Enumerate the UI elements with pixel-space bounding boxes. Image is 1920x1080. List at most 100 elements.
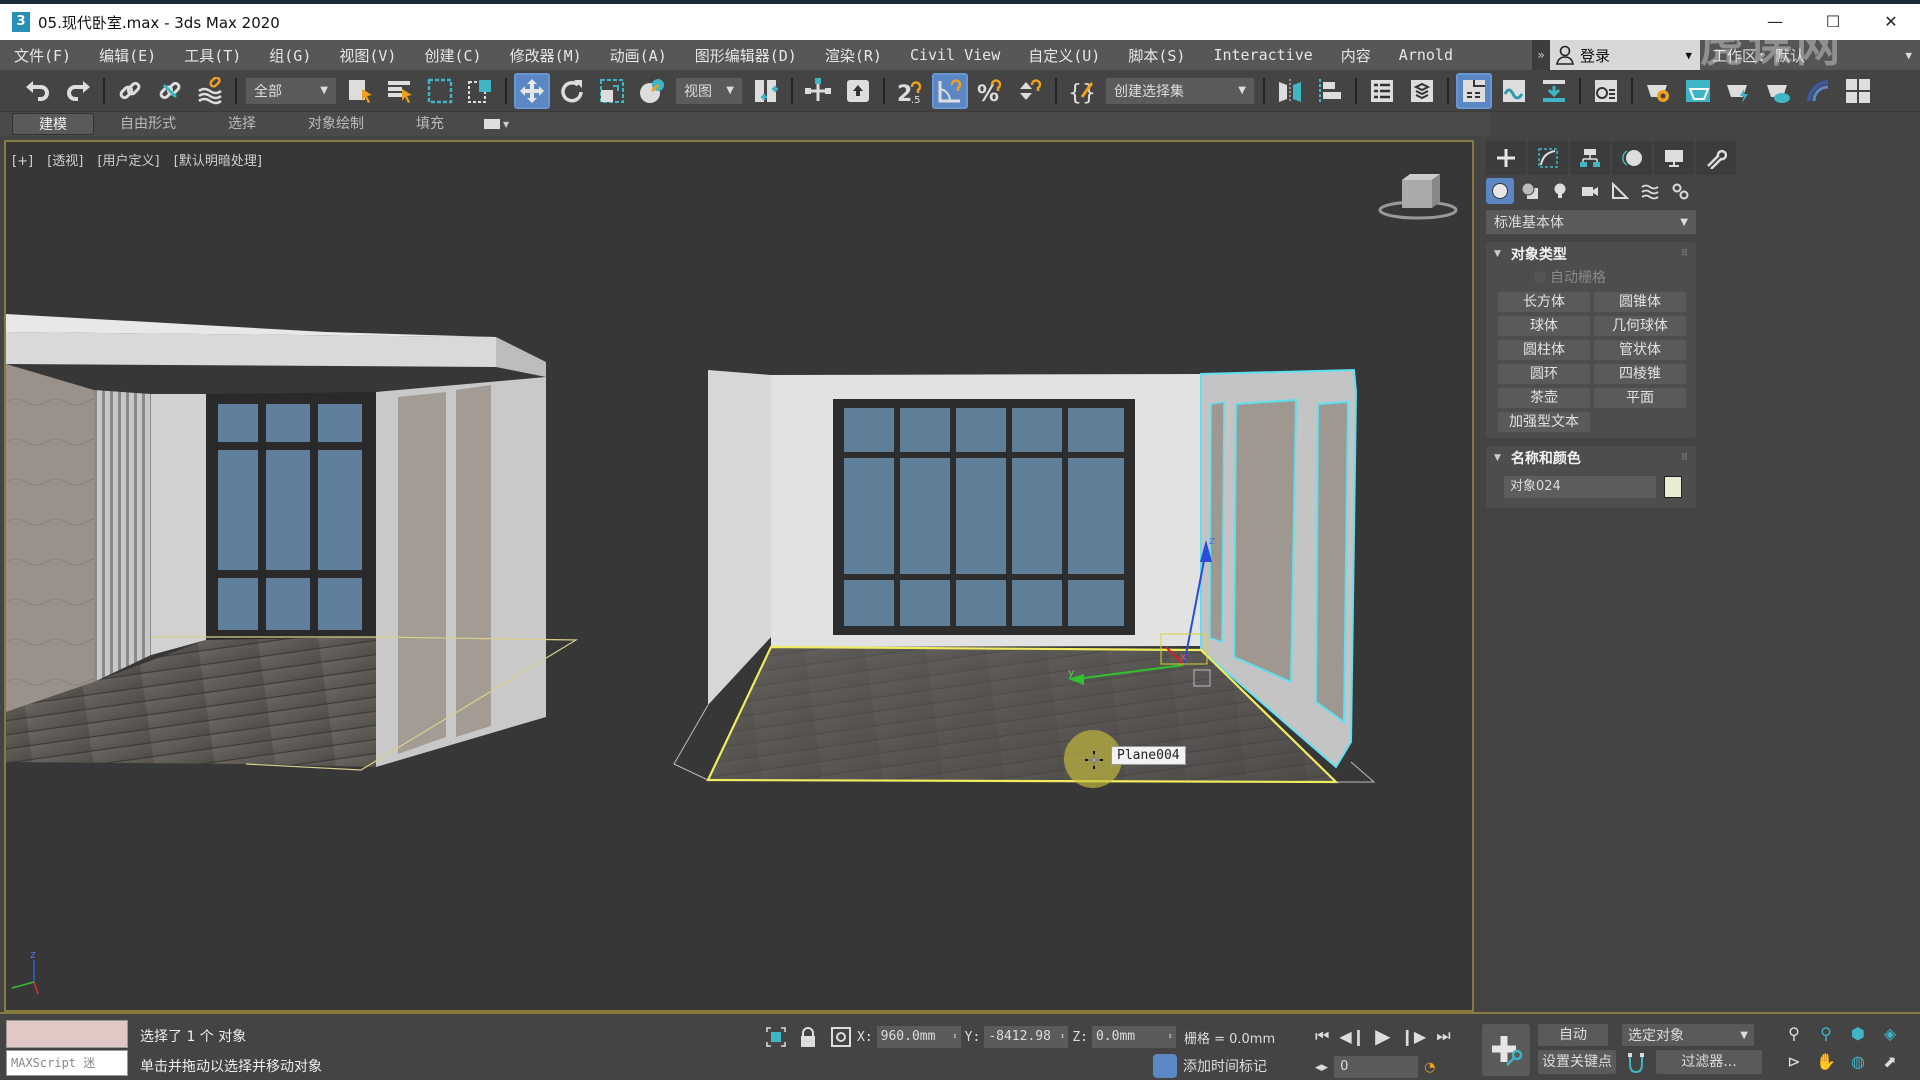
render-setup-button[interactable] [1640,73,1676,109]
menu-civil-view[interactable]: Civil View [896,46,1014,64]
cylinder-button[interactable]: 圆柱体 [1498,340,1590,360]
pivot-center-button[interactable] [748,73,784,109]
scene-explorer-button[interactable] [1364,73,1400,109]
go-to-end-button[interactable]: ⏭ [1436,1026,1450,1046]
text-plus-button[interactable]: 加强型文本 [1498,412,1590,432]
login-dropdown[interactable]: 登录 ▼ [1550,40,1700,70]
tab-modify[interactable] [1528,141,1568,175]
field-of-view-icon[interactable]: ⊳ [1782,1050,1806,1072]
isolate-selection-icon[interactable] [765,1026,787,1048]
viewport-layouts-button[interactable] [1840,73,1876,109]
select-and-link-button[interactable] [112,73,148,109]
menu-graph-editors[interactable]: 图形编辑器(D) [681,45,811,66]
viewport-user-defined[interactable]: [用户定义] [97,154,159,169]
curve-editor-button[interactable] [1496,73,1532,109]
menu-create[interactable]: 创建(C) [410,45,495,66]
sphere-button[interactable]: 球体 [1498,316,1590,336]
spinner-snap-toggle-button[interactable] [1012,73,1048,109]
menu-scripting[interactable]: 脚本(S) [1114,45,1199,66]
select-by-name-button[interactable] [382,73,418,109]
tube-button[interactable]: 管状体 [1594,340,1686,360]
set-key-big-button[interactable] [1482,1024,1530,1076]
previous-frame-button[interactable]: ◀❙ [1339,1027,1365,1046]
pyramid-button[interactable]: 四棱锥 [1594,364,1686,384]
menu-overflow-button[interactable]: » [1532,40,1550,70]
maxscript-input[interactable]: MAXScript 迷 [6,1050,128,1076]
object-type-header[interactable]: ▼ 对象类型 ⠿ [1486,242,1696,266]
select-object-button[interactable] [342,73,378,109]
plane-button[interactable]: 平面 [1594,388,1686,408]
reference-coord-dropdown[interactable]: 视图 ▼ [676,77,742,104]
menu-group[interactable]: 组(G) [255,45,325,66]
keyboard-shortcut-override-button[interactable] [840,73,876,109]
geometry-category-button[interactable] [1486,178,1514,204]
menu-file[interactable]: 文件(F) [0,45,85,66]
drag-grip-icon[interactable]: ⠿ [1681,453,1688,463]
primitive-type-dropdown[interactable]: 标准基本体 ▼ [1486,210,1696,234]
ribbon-options-button[interactable]: ▼ [484,116,514,132]
viewport-menu-plus[interactable]: [+] [12,154,33,169]
set-key-button[interactable]: 设置关键点 [1538,1050,1616,1074]
edit-named-selection-button[interactable]: {} [1064,73,1100,109]
cameras-category-button[interactable] [1576,178,1604,204]
menu-arnold[interactable]: Arnold [1385,46,1467,64]
workspace-dropdown[interactable]: 工作区: 默认 ▼ [1700,40,1920,70]
ribbon-tab-selection[interactable]: 选择 [202,113,282,135]
spacewarps-category-button[interactable] [1636,178,1664,204]
mirror-button[interactable] [1272,73,1308,109]
next-frame-button[interactable]: ❙▶ [1401,1027,1427,1046]
menu-views[interactable]: 视图(V) [325,45,410,66]
zoom-extents-all-icon[interactable]: ◈ [1878,1022,1902,1044]
rectangular-selection-button[interactable] [422,73,458,109]
pan-hand-icon[interactable]: ✋ [1814,1050,1838,1072]
object-color-swatch[interactable] [1664,476,1682,498]
tab-display[interactable] [1654,141,1694,175]
orbit-icon[interactable]: ◍ [1846,1050,1870,1072]
select-and-move-button[interactable] [514,72,550,109]
time-configuration-icon[interactable]: ◔ [1424,1060,1435,1075]
cone-button[interactable]: 圆锥体 [1594,292,1686,312]
menu-rendering[interactable]: 渲染(R) [811,45,896,66]
menu-interactive[interactable]: Interactive [1199,46,1326,64]
select-and-scale-button[interactable] [594,73,630,109]
autogrid-checkbox[interactable]: 自动栅格 [1486,266,1696,288]
ribbon-tab-freeform[interactable]: 自由形式 [94,113,202,135]
minimize-button[interactable]: — [1746,4,1804,40]
maxscript-listener-output[interactable] [6,1020,128,1048]
add-time-tag-button[interactable]: 添加时间标记 [1153,1054,1267,1078]
tab-create[interactable] [1486,141,1526,175]
spinner-icon[interactable]: ⬍ [1168,1026,1173,1048]
layer-explorer-button[interactable] [1404,73,1440,109]
key-tangent-icon[interactable] [1624,1052,1648,1074]
current-frame-field[interactable]: 0 [1334,1056,1419,1078]
geosphere-button[interactable]: 几何球体 [1594,316,1686,336]
menu-tools[interactable]: 工具(T) [170,45,255,66]
perspective-viewport[interactable]: z x y z [+] [透视] [用户定义] [默认明暗处理] Plane00… [4,140,1474,1012]
go-to-start-button[interactable]: ⏮ [1315,1026,1329,1046]
material-editor-button[interactable] [1588,73,1624,109]
maximize-viewport-icon[interactable]: ⬈ [1878,1050,1902,1072]
systems-category-button[interactable] [1666,178,1694,204]
viewcube[interactable] [1378,174,1458,220]
render-production-button[interactable] [1720,73,1756,109]
name-and-color-header[interactable]: ▼ 名称和颜色 ⠿ [1486,446,1696,470]
percent-snap-toggle-button[interactable]: % [972,73,1008,109]
menu-customize[interactable]: 自定义(U) [1014,45,1114,66]
tab-hierarchy[interactable] [1570,141,1610,175]
align-button[interactable] [1312,73,1348,109]
ribbon-tab-modeling[interactable]: 建模 [12,113,94,135]
auto-key-button[interactable]: 自动 [1538,1024,1608,1046]
lights-category-button[interactable] [1546,178,1574,204]
drag-grip-icon[interactable]: ⠿ [1681,249,1688,259]
teapot-button[interactable]: 茶壶 [1498,388,1590,408]
helpers-category-button[interactable] [1606,178,1634,204]
absolute-mode-icon[interactable] [831,1027,851,1047]
spinner-icon[interactable]: ⬍ [1060,1026,1065,1048]
render-in-cloud-button[interactable] [1760,73,1796,109]
select-and-place-button[interactable] [634,73,670,109]
key-filters-button[interactable]: 过滤器... [1656,1050,1762,1074]
schematic-view-button[interactable] [1536,73,1572,109]
snaps-toggle-button[interactable]: 2.5 [892,73,928,109]
tab-utilities[interactable] [1696,141,1736,175]
angle-snap-toggle-button[interactable] [932,72,968,109]
